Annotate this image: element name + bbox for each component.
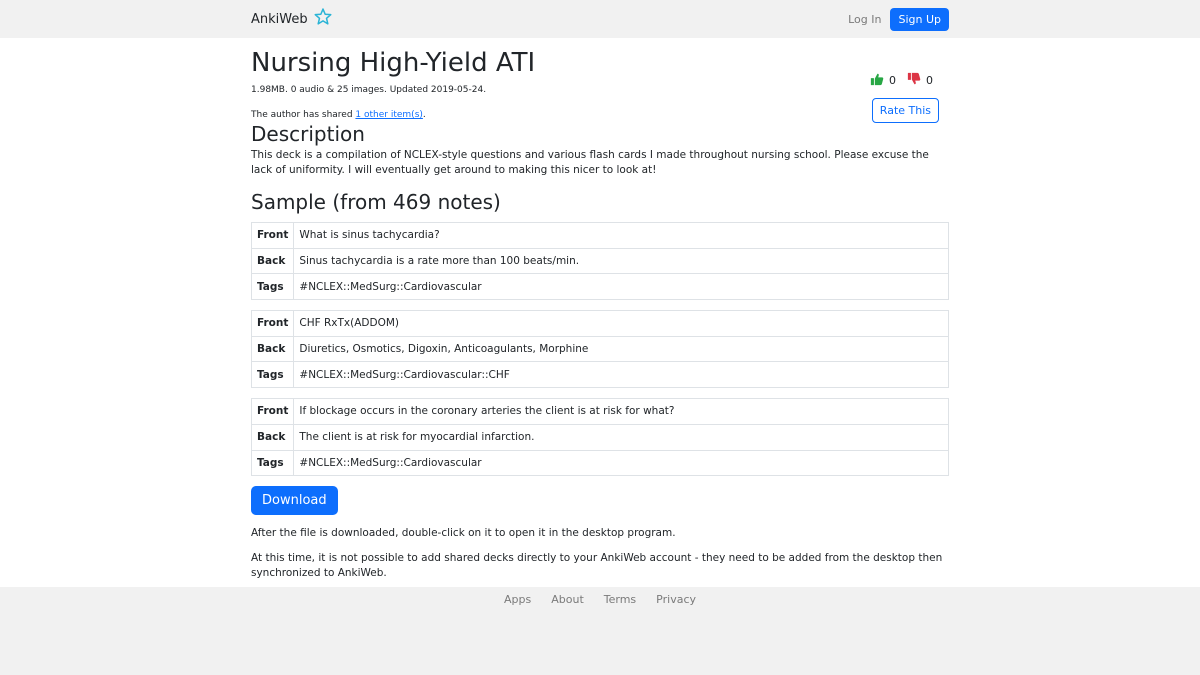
deck-meta: 1.98MB. 0 audio & 25 images. Updated 201… [251,85,487,95]
footer: Apps About Terms Privacy [0,587,1200,675]
brand[interactable]: AnkiWeb [251,7,333,31]
table-row: Tags #NCLEX::MedSurg::Cardiovascular::CHF [250,361,949,389]
table-row: Front If blockage occurs in the coronary … [250,398,949,425]
footer-link-privacy[interactable]: Privacy [656,593,696,606]
brand-name: AnkiWeb [251,11,308,27]
login-link[interactable]: Log In [844,13,885,26]
table-row: Front CHF RxTx(ADDOM) [250,310,949,337]
table-row: Tags #NCLEX::MedSurg::Cardiovascular [250,273,949,301]
thumbs-up-icon[interactable] [870,72,884,89]
shared-prefix: The author has shared [251,110,356,120]
tags-label: Tags [250,273,295,301]
rate-this-button[interactable]: Rate This [871,98,939,123]
card-front: What is sinus tachycardia? [293,222,949,249]
sync-notice: At this time, it is not possible to add … [251,552,943,580]
card-tags: #NCLEX::MedSurg::Cardiovascular [293,273,949,301]
table-row: Back Sinus tachycardia is a rate more tha… [250,247,949,275]
download-instructions: After the file is downloaded, double-cli… [251,527,676,540]
shared-items: The author has shared 1 other item(s). [251,110,949,120]
sample-card: Front CHF RxTx(ADDOM) Back Diuretics, Osmo… [250,310,949,389]
upvote-count: 0 [889,74,896,87]
back-label: Back [250,423,295,451]
card-back: Sinus tachycardia is a rate more than 10… [293,247,949,275]
front-label: Front [250,398,295,425]
card-back: The client is at risk for myocardial inf… [293,423,949,451]
description-text: This deck is a compilation of NCLEX-styl… [251,149,929,176]
signup-button[interactable]: Sign Up [890,7,949,31]
shared-suffix: . [422,110,426,120]
download-button[interactable]: Download [251,486,338,516]
card-back: Diuretics, Osmotics, Digoxin, Anticoagul… [293,335,949,363]
footer-link-terms[interactable]: Terms [604,593,636,606]
table-row: Tags #NCLEX::MedSurg::Cardiovascular [250,449,949,477]
description-heading: Description [251,122,365,146]
card-front: If blockage occurs in the coronary arter… [293,398,949,425]
sample-card: Front If blockage occurs in the coronary … [250,398,949,477]
navbar: AnkiWeb Log In Sign Up [0,0,1200,38]
front-label: Front [250,310,295,337]
sample-card: Front What is sinus tachycardia? Back Sinu… [250,222,949,301]
deck-title: Nursing High-Yield ATI [251,48,536,78]
tags-label: Tags [250,361,295,389]
rating: 0 0 [870,72,939,89]
sample-heading: Sample (from 469 notes) [251,190,501,214]
thumbs-down-icon[interactable] [907,72,921,89]
table-row: Back Diuretics, Osmotics, Digoxin, Antico… [250,335,949,363]
front-label: Front [250,222,295,249]
back-label: Back [250,335,295,363]
footer-link-about[interactable]: About [551,593,584,606]
downvote-count: 0 [926,74,933,87]
table-row: Front What is sinus tachycardia? [250,222,949,249]
back-label: Back [250,247,295,275]
card-front: CHF RxTx(ADDOM) [293,310,949,337]
card-tags: #NCLEX::MedSurg::Cardiovascular [293,449,949,477]
star-icon [313,7,333,31]
card-tags: #NCLEX::MedSurg::Cardiovascular::CHF [293,361,949,389]
table-row: Back The client is at risk for myocardial… [250,423,949,451]
main-content: 0 0 Rate This Nursing High-Yield ATI 1.9… [250,48,949,581]
other-items-link[interactable]: 1 other item(s) [355,110,422,120]
tags-label: Tags [250,449,295,477]
footer-link-apps[interactable]: Apps [504,593,531,606]
